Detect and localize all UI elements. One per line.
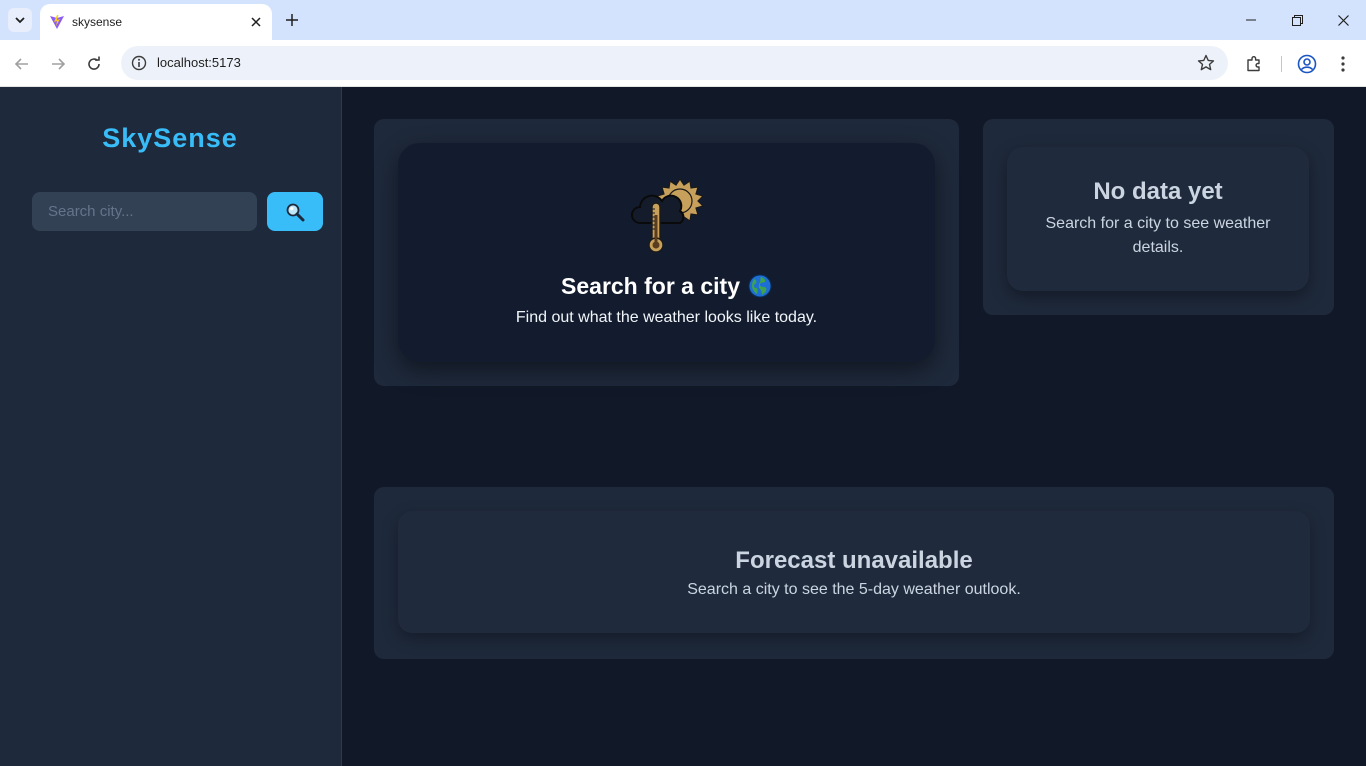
arrow-left-icon: [14, 58, 28, 70]
close-icon: [251, 17, 261, 27]
url-text[interactable]: localhost:5173: [157, 55, 241, 71]
minimize-icon: [1246, 19, 1256, 21]
vite-favicon-icon: [50, 15, 64, 29]
bookmark-button[interactable]: [1196, 53, 1216, 73]
profile-button[interactable]: [1295, 52, 1319, 76]
account-icon: [1297, 54, 1317, 74]
back-button[interactable]: [8, 50, 36, 78]
close-icon: [1337, 14, 1349, 26]
new-tab-button[interactable]: [280, 8, 304, 32]
city-search-input[interactable]: [32, 192, 257, 231]
forecast-panel: Forecast unavailable Search a city to se…: [374, 487, 1334, 659]
reload-icon: [88, 56, 100, 70]
restore-button[interactable]: [1274, 0, 1320, 40]
info-icon: [131, 55, 147, 71]
minimize-button[interactable]: [1228, 0, 1274, 40]
plus-icon: [286, 14, 298, 26]
browser-tab-strip: skysense: [0, 0, 1366, 40]
sidebar: SkySense: [0, 87, 342, 766]
star-icon: [1197, 54, 1215, 71]
browser-toolbar: localhost:5173: [0, 40, 1366, 87]
forward-button[interactable]: [44, 50, 72, 78]
tab-title: skysense: [72, 15, 123, 29]
tab-search-button[interactable]: [8, 8, 32, 32]
app-logo: SkySense: [102, 123, 238, 153]
search-button[interactable]: [267, 192, 323, 231]
welcome-card: Search for a city Find out what the weat…: [398, 143, 935, 362]
no-data-title: No data yet: [1093, 178, 1223, 205]
welcome-title: Search for a city: [398, 273, 935, 300]
site-info-button[interactable]: [127, 51, 151, 75]
tab-close-button[interactable]: [246, 12, 266, 32]
forecast-card: Forecast unavailable Search a city to se…: [398, 511, 1310, 633]
current-weather-panel: Search for a city Find out what the weat…: [374, 119, 959, 386]
browser-menu-button[interactable]: [1331, 52, 1355, 76]
forecast-subtitle: Search a city to see the 5-day weather o…: [687, 581, 1021, 598]
reload-button[interactable]: [80, 50, 108, 78]
address-bar[interactable]: localhost:5173: [121, 46, 1228, 80]
globe-icon: [748, 274, 772, 298]
kebab-menu-icon: [1341, 56, 1345, 72]
extensions-button[interactable]: [1242, 52, 1266, 76]
thermometer-cloud-sun-icon: [631, 177, 705, 253]
chevron-down-icon: [15, 17, 25, 24]
browser-tab[interactable]: skysense: [40, 4, 272, 40]
restore-icon: [1291, 14, 1303, 26]
puzzle-icon: [1247, 56, 1260, 72]
magnifier-icon: [286, 203, 305, 221]
close-window-button[interactable]: [1320, 0, 1366, 40]
welcome-subtitle: Find out what the weather looks like tod…: [515, 309, 818, 326]
main-content: Search for a city Find out what the weat…: [342, 87, 1366, 766]
weather-details-panel: No data yet Search for a city to see wea…: [983, 119, 1334, 315]
no-data-subtitle: Search for a city to see weather details…: [1045, 215, 1271, 256]
toolbar-divider: [1281, 56, 1282, 72]
welcome-title-text: Search for a city: [561, 273, 740, 299]
forecast-title: Forecast unavailable: [735, 547, 973, 574]
no-data-card: No data yet Search for a city to see wea…: [1007, 147, 1309, 291]
arrow-right-icon: [52, 58, 66, 70]
